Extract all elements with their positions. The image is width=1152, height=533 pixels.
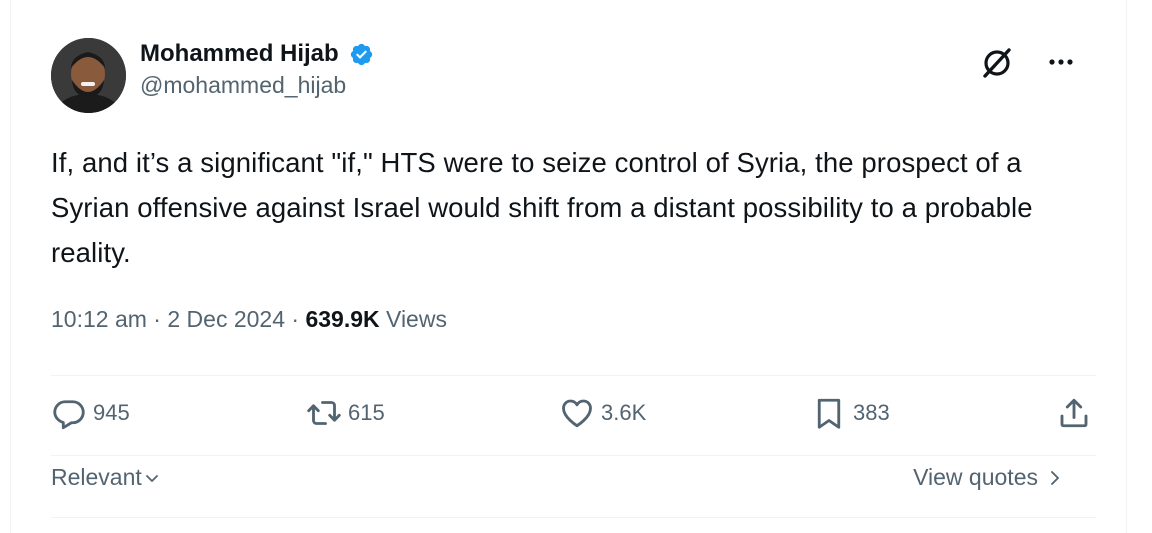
avatar[interactable] <box>51 38 126 113</box>
tweet-time[interactable]: 10:12 am <box>51 306 147 332</box>
reply-count: 945 <box>93 400 130 425</box>
retweet-count: 615 <box>348 400 385 425</box>
divider <box>51 517 1096 518</box>
tweet-card: Mohammed Hijab @mohammed_hijab If, and i… <box>10 0 1127 533</box>
heart-icon <box>562 399 592 428</box>
share-button[interactable] <box>1056 395 1098 431</box>
grok-icon[interactable] <box>978 44 1016 82</box>
divider <box>51 455 1096 456</box>
sort-replies-dropdown[interactable]: Relevant <box>51 464 162 491</box>
view-quotes-label: View quotes <box>913 464 1038 490</box>
retweet-button[interactable]: 615 <box>306 395 385 431</box>
tweet-meta: 10:12 am · 2 Dec 2024 · 639.9K Views <box>51 306 447 333</box>
meta-separator: · <box>146 306 168 332</box>
bookmark-count: 383 <box>853 400 890 425</box>
sort-label: Relevant <box>51 464 142 490</box>
action-bar: 945 615 3.6K 383 <box>51 395 1098 445</box>
chevron-right-icon <box>1051 470 1059 485</box>
tweet-header: Mohammed Hijab @mohammed_hijab <box>51 38 1086 118</box>
divider <box>51 375 1096 376</box>
reply-button[interactable]: 945 <box>51 395 130 431</box>
tweet-text: If, and it’s a significant "if," HTS wer… <box>51 147 1033 268</box>
reply-icon <box>53 400 85 430</box>
author-info: Mohammed Hijab @mohammed_hijab <box>140 40 374 99</box>
views-count[interactable]: 639.9K <box>305 306 379 332</box>
verified-badge-icon[interactable] <box>349 42 374 67</box>
author-handle[interactable]: @mohammed_hijab <box>140 72 374 99</box>
author-display-name[interactable]: Mohammed Hijab <box>140 40 339 68</box>
bookmark-button[interactable]: 383 <box>811 395 890 431</box>
views-label[interactable]: Views <box>386 306 447 332</box>
chevron-down-icon <box>145 474 158 482</box>
retweet-icon <box>307 401 341 425</box>
like-button[interactable]: 3.6K <box>559 395 646 431</box>
bookmark-icon <box>817 398 841 429</box>
meta-separator: · <box>285 306 306 332</box>
share-icon <box>1060 398 1088 428</box>
more-options-icon[interactable] <box>1044 44 1078 78</box>
like-count: 3.6K <box>601 400 647 425</box>
view-quotes-link[interactable]: View quotes <box>913 464 1066 491</box>
tweet-date[interactable]: 2 Dec 2024 <box>167 306 285 332</box>
